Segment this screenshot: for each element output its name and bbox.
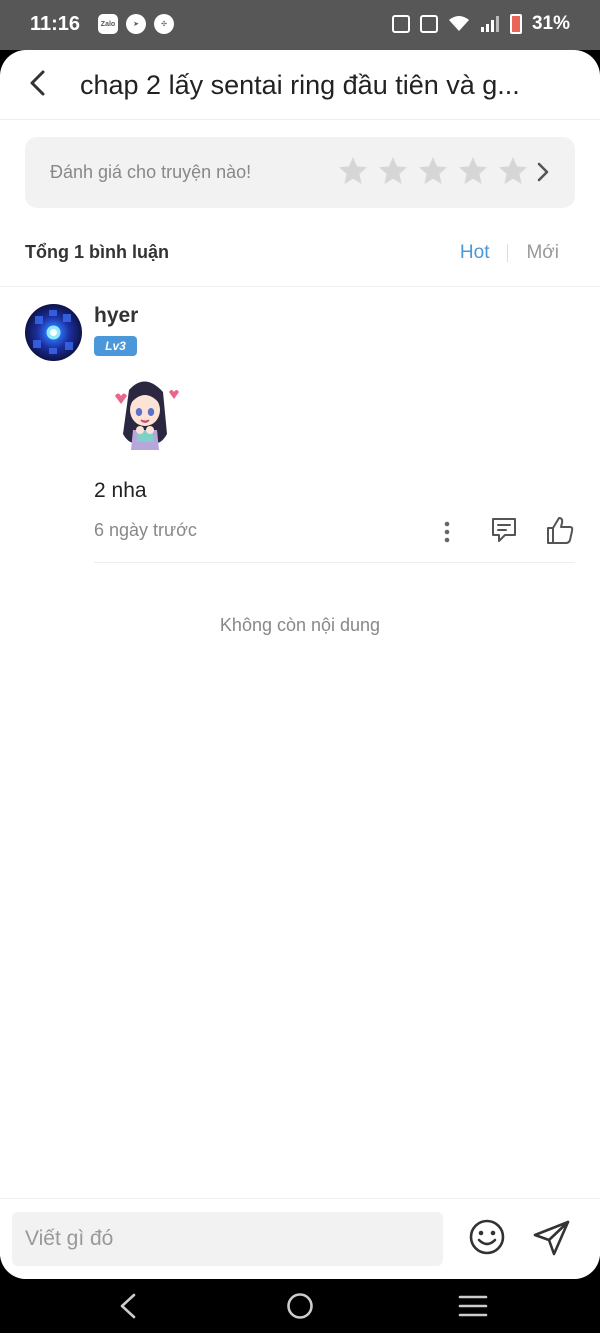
page-title: chap 2 lấy sentai ring đầu tiên và g...: [80, 70, 520, 100]
status-notification-icons: Zalo ➤ ✣: [98, 14, 174, 34]
rating-bar[interactable]: Đánh giá cho truyện nào!: [25, 137, 575, 208]
system-nav-bar: [0, 1279, 600, 1333]
emoji-button[interactable]: [468, 1218, 506, 1256]
comment-text: 2 nha: [94, 479, 147, 502]
comment-input-box[interactable]: [12, 1212, 443, 1266]
comments-header: Tổng 1 bình luận Hot Mới: [25, 242, 575, 272]
comment-divider: [94, 562, 575, 563]
wifi-icon: [448, 16, 469, 31]
comment-username[interactable]: hyer: [94, 304, 138, 328]
tab-hot[interactable]: Hot: [460, 242, 490, 264]
top-bar: chap 2 lấy sentai ring đầu tiên và g...: [0, 50, 600, 120]
battery-percent: 31%: [531, 13, 570, 34]
star-rating[interactable]: [337, 155, 529, 187]
send-button[interactable]: [532, 1218, 572, 1258]
status-system-icons: 31%: [391, 13, 570, 35]
avatar-image: [33, 310, 73, 354]
star-icon[interactable]: [377, 155, 409, 187]
end-of-list-label: Không còn nội dung: [219, 615, 381, 635]
battery-icon: [509, 14, 522, 34]
nav-menu-button[interactable]: [458, 1294, 488, 1318]
comment-composer: [0, 1198, 600, 1279]
comment-count: Tổng 1 bình luận: [25, 242, 169, 262]
star-icon[interactable]: [417, 155, 449, 187]
status-bar: 11:16 Zalo ➤ ✣ 31%: [0, 0, 600, 50]
sort-divider: [507, 244, 509, 262]
back-button[interactable]: [18, 63, 58, 103]
divider: [0, 286, 600, 287]
comment-time: 6 ngày trước: [94, 520, 197, 540]
chevron-left-icon: [30, 70, 45, 96]
zalo-icon: Zalo: [98, 14, 118, 34]
volte-icon: [419, 15, 438, 33]
reply-button[interactable]: [490, 516, 518, 544]
more-vertical-icon: [444, 521, 450, 543]
signal-icon: [480, 16, 499, 32]
like-button[interactable]: [546, 515, 574, 545]
level-badge: Lv3: [94, 336, 137, 356]
sort-tabs: Hot Mới: [460, 242, 559, 264]
rating-prompt: Đánh giá cho truyện nào!: [50, 162, 252, 182]
vibrate-icon: [391, 15, 410, 33]
comments-screen: chap 2 lấy sentai ring đầu tiên và g... …: [0, 50, 600, 1279]
nav-home-button[interactable]: [286, 1292, 314, 1320]
status-time: 11:16: [30, 13, 81, 35]
tab-new[interactable]: Mới: [526, 242, 559, 264]
chevron-right-icon[interactable]: [531, 160, 555, 184]
nav-back-button[interactable]: [114, 1291, 142, 1321]
pinwheel-icon: ✣: [154, 14, 174, 34]
messenger-icon: ➤: [126, 14, 146, 34]
star-icon[interactable]: [497, 155, 529, 187]
avatar[interactable]: [25, 304, 82, 361]
star-icon[interactable]: [337, 155, 369, 187]
star-icon[interactable]: [457, 155, 489, 187]
sticker-image: [115, 381, 179, 450]
more-options-button[interactable]: [437, 517, 457, 547]
comment-input[interactable]: [12, 1212, 443, 1266]
